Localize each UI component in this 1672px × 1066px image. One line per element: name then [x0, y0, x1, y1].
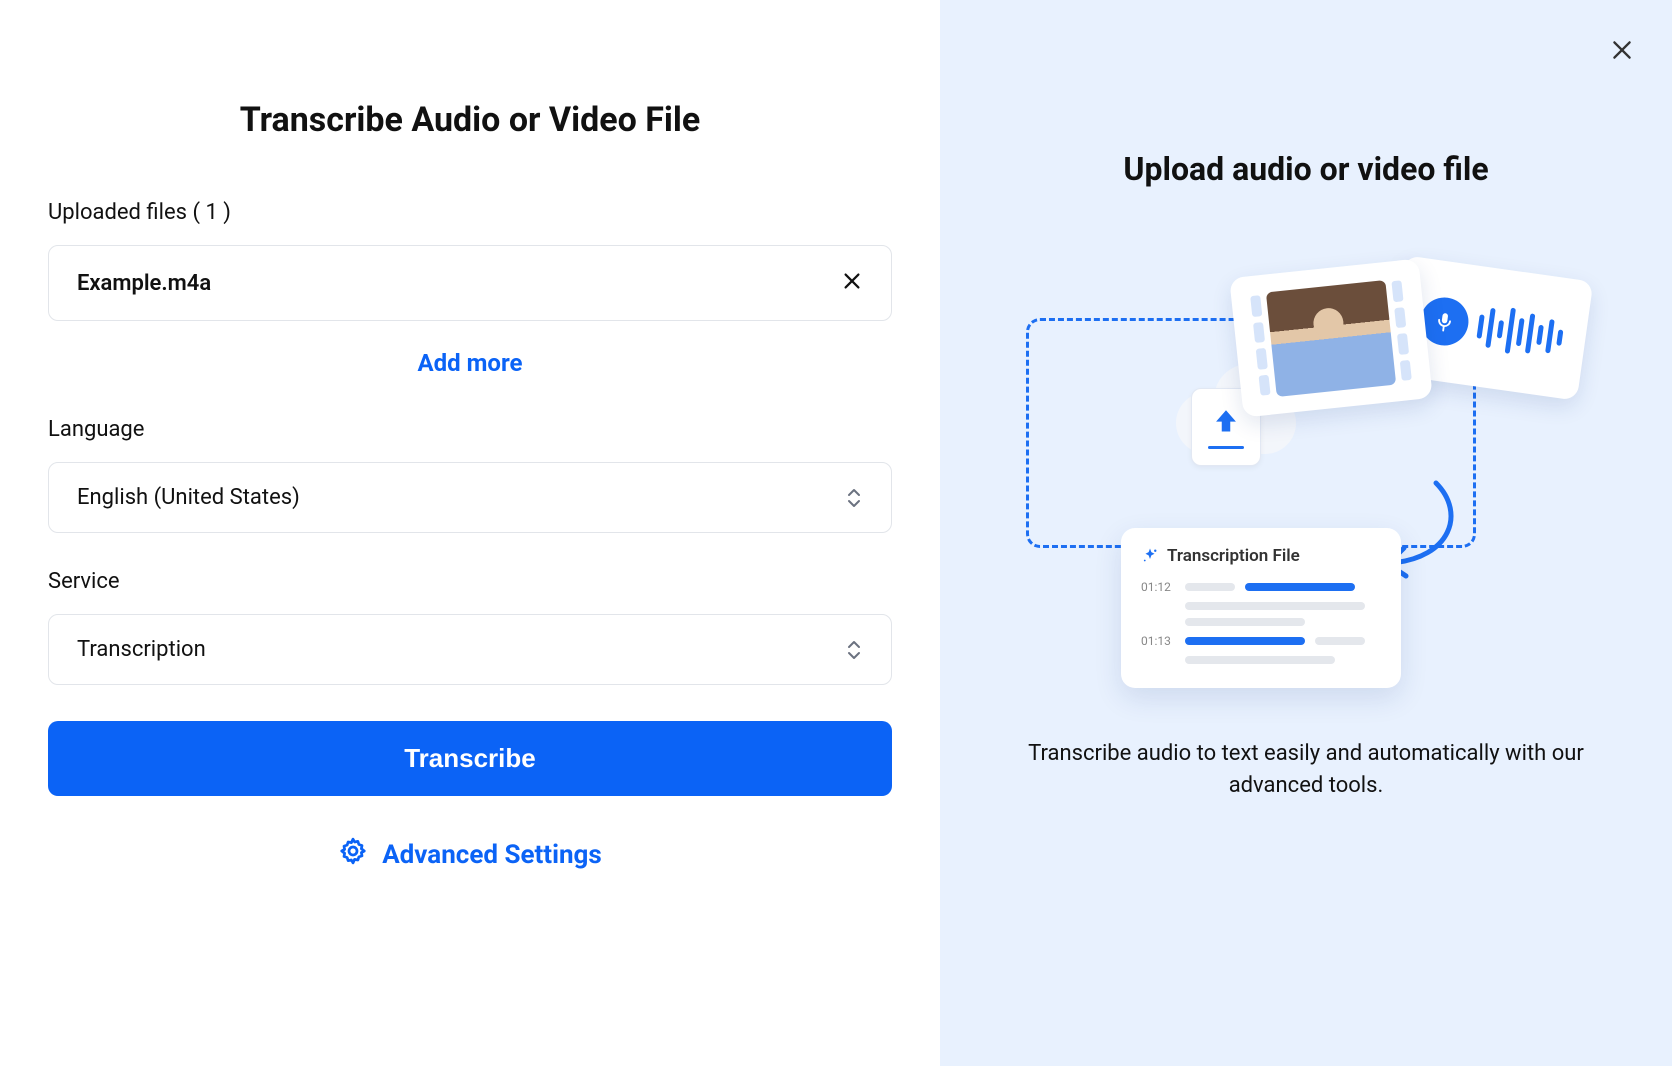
- remove-file-button[interactable]: [841, 270, 863, 296]
- language-value: English (United States): [77, 485, 300, 510]
- info-caption: Transcribe audio to text easily and auto…: [1006, 738, 1606, 802]
- close-dialog-button[interactable]: [1602, 30, 1642, 70]
- close-icon: [841, 270, 863, 292]
- transcribe-button[interactable]: Transcribe: [48, 721, 892, 796]
- info-title: Upload audio or video file: [1123, 150, 1488, 188]
- uploaded-file-chip: Example.m4a: [48, 245, 892, 321]
- chevron-updown-icon: [845, 638, 863, 662]
- uploaded-files-label-text: Uploaded files: [48, 200, 187, 225]
- language-select[interactable]: English (United States): [48, 462, 892, 533]
- page-title: Transcribe Audio or Video File: [48, 100, 892, 140]
- transcription-card-title: Transcription File: [1167, 546, 1300, 566]
- video-thumbnail: [1266, 280, 1396, 397]
- service-label: Service: [48, 569, 892, 594]
- chevron-updown-icon: [845, 486, 863, 510]
- illustration: Transcription File 01:12 01:13: [1026, 248, 1586, 688]
- waveform-icon: [1474, 301, 1565, 362]
- close-icon: [1609, 37, 1635, 63]
- uploaded-file-name: Example.m4a: [77, 271, 211, 296]
- uploaded-files-count: ( 1 ): [192, 200, 230, 225]
- sparkle-icon: [1141, 547, 1159, 565]
- transcription-card: Transcription File 01:12 01:13: [1121, 528, 1401, 688]
- upload-arrow-icon: [1209, 406, 1243, 440]
- service-select[interactable]: Transcription: [48, 614, 892, 685]
- video-card: [1229, 258, 1433, 417]
- language-label: Language: [48, 417, 892, 442]
- advanced-settings-label: Advanced Settings: [382, 840, 602, 870]
- add-more-button[interactable]: Add more: [48, 349, 892, 377]
- info-pane: Upload audio or video file: [940, 0, 1672, 1066]
- form-pane: Transcribe Audio or Video File Uploaded …: [0, 0, 940, 1066]
- timestamp-2: 01:13: [1141, 634, 1175, 648]
- service-value: Transcription: [77, 637, 206, 662]
- timestamp-1: 01:12: [1141, 580, 1175, 594]
- gear-icon: [338, 836, 368, 873]
- advanced-settings-button[interactable]: Advanced Settings: [48, 836, 892, 873]
- uploaded-files-label: Uploaded files ( 1 ): [48, 200, 892, 225]
